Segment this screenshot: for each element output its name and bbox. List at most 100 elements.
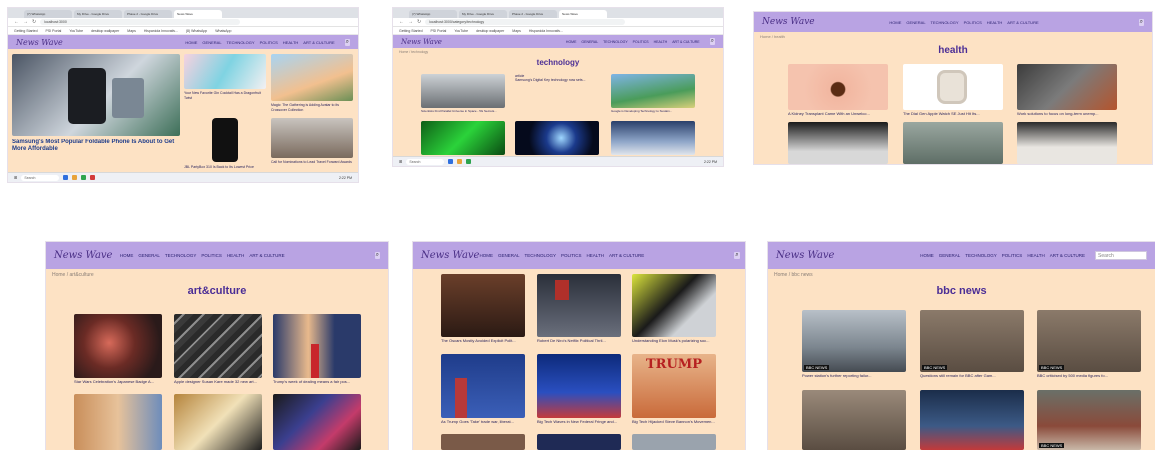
nav-technology[interactable]: TECHNOLOGY: [931, 20, 959, 25]
bookmark[interactable]: WhatsApp: [215, 29, 231, 33]
nav-home[interactable]: HOME: [920, 253, 934, 258]
article-headline[interactable]: Understanding Elon Musk's polarizing soc…: [632, 338, 716, 343]
article-headline[interactable]: BBC criticised by 500 media figures fo..…: [1037, 373, 1141, 378]
hero-headline[interactable]: Samsung's Most Popular Foldable Phone Is…: [12, 139, 180, 153]
nav-general[interactable]: GENERAL: [581, 40, 598, 44]
app-icon[interactable]: [448, 159, 454, 164]
nav-home[interactable]: HOME: [185, 40, 197, 45]
nav-art-culture[interactable]: ART & CULTURE: [249, 253, 284, 258]
nav-general[interactable]: GENERAL: [498, 253, 520, 258]
nav-art-culture[interactable]: ART & CULTURE: [609, 253, 644, 258]
search-icon[interactable]: ⌕: [734, 252, 740, 259]
back-icon[interactable]: ←: [14, 19, 19, 25]
article-card[interactable]: [802, 390, 906, 450]
windows-icon[interactable]: ⊞: [14, 175, 17, 180]
article-card[interactable]: JBL PartyBox 310 Is Back to Its Lowest P…: [184, 116, 266, 169]
url-field[interactable]: localhost:3000: [40, 19, 241, 25]
article-headline[interactable]: Questions still remain for BBC after Gam…: [920, 373, 1024, 378]
search-icon[interactable]: ⌕: [374, 252, 380, 259]
article-headline[interactable]: Apple designer Susan Kare made 32 new ar…: [174, 379, 262, 384]
taskbar-search[interactable]: Search: [21, 174, 60, 181]
nav-home[interactable]: HOME: [120, 253, 134, 258]
nav-home[interactable]: HOME: [566, 40, 577, 44]
app-icon[interactable]: [90, 175, 96, 180]
article-card[interactable]: The Dial Gen Apple Watch SE Just Hit Its…: [903, 64, 1003, 116]
article-card[interactable]: [788, 122, 888, 164]
bookmark[interactable]: Hispaniola Innovativ...: [529, 29, 563, 33]
article-card[interactable]: [611, 121, 695, 155]
back-icon[interactable]: ←: [399, 19, 404, 25]
article-card[interactable]: [515, 121, 599, 155]
nav-art-culture[interactable]: ART & CULTURE: [1050, 253, 1085, 258]
nav-general[interactable]: GENERAL: [939, 253, 961, 258]
nav-technology[interactable]: TECHNOLOGY: [525, 253, 557, 258]
app-icon[interactable]: [72, 175, 78, 180]
article-headline[interactable]: The Dial Gen Apple Watch SE Just Hit Its…: [903, 111, 1003, 116]
site-logo[interactable]: News Wave: [16, 38, 63, 47]
nav-politics[interactable]: POLITICS: [633, 40, 649, 44]
browser-tab[interactable]: My Drive - Google Drive: [459, 10, 507, 18]
article-headline[interactable]: Samsung's Digital Key technology now set…: [515, 78, 599, 82]
article-card[interactable]: BBC NEWS BBC criticised by 500 media fig…: [1037, 310, 1141, 378]
site-logo[interactable]: News Wave: [54, 250, 112, 261]
article-card[interactable]: Work solutions to focus on long-term une…: [1017, 64, 1117, 116]
search-icon[interactable]: ⌕: [709, 38, 715, 45]
bookmark[interactable]: Hispaniola Innovativ...: [144, 29, 178, 33]
nav-technology[interactable]: TECHNOLOGY: [165, 253, 197, 258]
windows-icon[interactable]: ⊞: [399, 159, 402, 164]
article-card[interactable]: BBC NEWS Power station's further reporti…: [802, 310, 906, 378]
app-icon[interactable]: [457, 159, 463, 164]
app-icon[interactable]: [63, 175, 69, 180]
article-card[interactable]: Your New Favorite Gin Cocktail Has a Dra…: [184, 54, 266, 100]
site-logo[interactable]: News Wave: [762, 17, 815, 27]
site-logo[interactable]: News Wave: [776, 250, 834, 261]
nav-technology[interactable]: TECHNOLOGY: [227, 40, 255, 45]
bookmark[interactable]: YouTube: [69, 29, 83, 33]
reload-icon[interactable]: ↻: [417, 19, 421, 25]
article-headline[interactable]: Your New Favorite Gin Cocktail Has a Dra…: [184, 91, 266, 100]
article-card[interactable]: Star Wars Celebration's Japanese Badge A…: [74, 314, 162, 384]
nav-health[interactable]: HEALTH: [227, 253, 244, 258]
article-headline[interactable]: JBL PartyBox 310 Is Back to Its Lowest P…: [184, 165, 266, 169]
bookmark[interactable]: YouTube: [454, 29, 468, 33]
article-card[interactable]: Big Tech Waves in New Federal Fringe and…: [537, 354, 621, 424]
article-card[interactable]: [174, 394, 262, 450]
article-headline[interactable]: A Kidney Transplant Came With an Unwelco…: [788, 111, 888, 116]
article-headline[interactable]: Magic: The Gathering is Adding Avatar to…: [271, 103, 353, 112]
nav-health[interactable]: HEALTH: [283, 40, 298, 45]
nav-health[interactable]: HEALTH: [1027, 253, 1044, 258]
article-headline[interactable]: Google is Developing Technology to Susta…: [611, 109, 695, 113]
browser-tab[interactable]: Phase 2 - Google Drive: [509, 10, 557, 18]
article-headline[interactable]: Call for Nominations to Lead Travel Forw…: [271, 160, 353, 165]
article-card[interactable]: [1017, 122, 1117, 164]
search-icon[interactable]: ⌕: [344, 38, 350, 46]
bookmark[interactable]: desktop wallpaper: [476, 29, 504, 33]
article-card[interactable]: Trump's week of dealing means a fair pos…: [273, 314, 361, 384]
forward-icon[interactable]: →: [23, 19, 28, 25]
nav-politics[interactable]: POLITICS: [1002, 253, 1023, 258]
article-card[interactable]: Understanding Elon Musk's polarizing soc…: [632, 274, 716, 343]
browser-tab[interactable]: (7) WhatsApp: [24, 10, 72, 18]
article-headline[interactable]: Power station's further reporting failur…: [802, 373, 906, 378]
article-card[interactable]: Call for Nominations to Lead Travel Forw…: [271, 118, 353, 165]
nav-home[interactable]: HOME: [889, 20, 901, 25]
nav-home[interactable]: HOME: [479, 253, 493, 258]
browser-tab[interactable]: Phase 2 - Google Drive: [124, 10, 172, 18]
nav-politics[interactable]: POLITICS: [561, 253, 582, 258]
article-card[interactable]: BBC NEWS Questions still remain for BBC …: [920, 310, 1024, 378]
article-headline[interactable]: Work solutions to focus on long-term une…: [1017, 111, 1117, 116]
nav-politics[interactable]: POLITICS: [260, 40, 278, 45]
bookmark[interactable]: Maps: [512, 29, 521, 33]
browser-tab-active[interactable]: News Wave: [559, 10, 607, 18]
browser-tab[interactable]: My Drive - Google Drive: [74, 10, 122, 18]
article-card[interactable]: [632, 434, 716, 450]
article-card[interactable]: [273, 394, 361, 450]
search-icon[interactable]: ⌕: [1138, 18, 1144, 26]
bookmark[interactable]: Getting Started: [14, 29, 38, 33]
article-card[interactable]: Magic: The Gathering is Adding Avatar to…: [271, 54, 353, 112]
article-card[interactable]: Apple designer Susan Kare made 32 new ar…: [174, 314, 262, 384]
article-card[interactable]: Google is Developing Technology to Susta…: [611, 74, 695, 113]
article-card[interactable]: BBC NEWS: [1037, 390, 1141, 450]
nav-technology[interactable]: TECHNOLOGY: [965, 253, 997, 258]
article-card[interactable]: [421, 121, 505, 155]
